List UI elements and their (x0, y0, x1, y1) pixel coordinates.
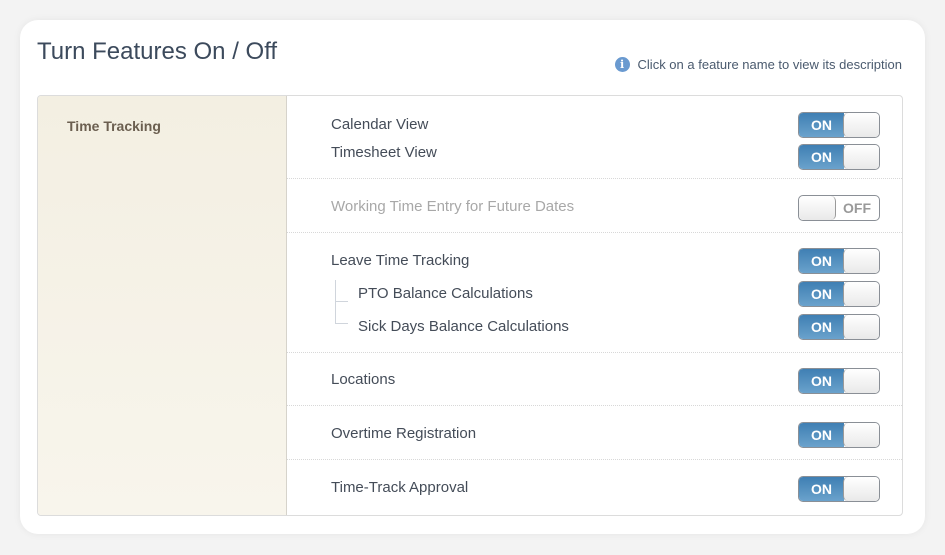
toggle-knob (843, 282, 879, 306)
toggle-state: OFF (843, 200, 871, 216)
features-panel: Time Tracking (37, 95, 903, 516)
divider (287, 178, 902, 179)
toggle-knob (843, 145, 879, 169)
hint: i Click on a feature name to view its des… (614, 57, 902, 72)
feature-label[interactable]: PTO Balance Calculations (358, 285, 533, 302)
info-icon: i (614, 57, 630, 72)
toggle-state: ON (799, 249, 844, 273)
toggle-knob (843, 315, 879, 339)
feature-label[interactable]: Overtime Registration (331, 425, 476, 442)
toggle-knob (843, 369, 879, 393)
feature-label[interactable]: Leave Time Tracking (331, 252, 469, 269)
feature-toggle[interactable]: ON (798, 314, 880, 340)
feature-label[interactable]: Time-Track Approval (331, 479, 468, 496)
feature-toggle[interactable]: ON (798, 281, 880, 307)
feature-toggle[interactable]: ON (798, 248, 880, 274)
toggle-state: ON (799, 145, 844, 169)
page-title: Turn Features On / Off (37, 38, 278, 65)
hint-text: Click on a feature name to view its desc… (637, 57, 902, 72)
feature-label[interactable]: Working Time Entry for Future Dates (331, 198, 574, 215)
feature-toggle[interactable]: ON (798, 368, 880, 394)
toggle-state: ON (799, 315, 844, 339)
toggle-knob (843, 477, 879, 501)
toggle-knob (799, 196, 836, 220)
divider (287, 352, 902, 353)
divider (287, 459, 902, 460)
toggle-state: ON (799, 369, 844, 393)
feature-label[interactable]: Calendar View (331, 116, 428, 133)
divider (287, 232, 902, 233)
toggle-state: ON (799, 282, 844, 306)
toggle-state: ON (799, 477, 844, 501)
toggle-state: ON (799, 113, 844, 137)
feature-label[interactable]: Timesheet View (331, 144, 437, 161)
feature-toggle[interactable]: ON (798, 422, 880, 448)
feature-toggle[interactable]: ON (798, 112, 880, 138)
feature-toggle[interactable]: ON (798, 144, 880, 170)
feature-label[interactable]: Sick Days Balance Calculations (358, 318, 569, 335)
category-sidebar: Time Tracking (38, 96, 287, 515)
feature-toggle[interactable]: ON (798, 476, 880, 502)
divider (287, 405, 902, 406)
toggle-knob (843, 249, 879, 273)
toggle-knob (843, 113, 879, 137)
toggle-knob (843, 423, 879, 447)
feature-toggle[interactable]: OFF (798, 195, 880, 221)
category-time-tracking[interactable]: Time Tracking (67, 118, 161, 134)
feature-label[interactable]: Locations (331, 371, 395, 388)
tree-connector (335, 280, 350, 324)
toggle-state: ON (799, 423, 844, 447)
